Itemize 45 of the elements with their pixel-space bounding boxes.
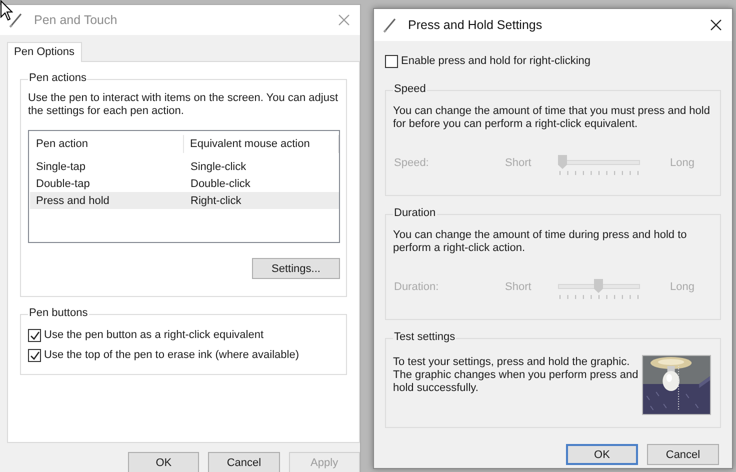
list-row-highlight[interactable]: Press and hold Right-click: [30, 192, 339, 209]
checkbox[interactable]: [385, 54, 398, 68]
checkbox[interactable]: [28, 348, 41, 362]
slider-min-label: Short: [505, 281, 532, 293]
dialog-button[interactable]: OK: [566, 444, 638, 465]
pen-icon: [382, 16, 398, 34]
slider-max-label: Long: [670, 157, 694, 169]
checkbox-label: Enable press and hold for right-clicking: [401, 55, 591, 67]
window-title: Press and Hold Settings: [408, 18, 544, 32]
description-text: To test your settings, press and hold the graphic. The graphic changes when you perform press and hold successfully.: [393, 356, 640, 395]
list-cell-text: Single-click: [190, 160, 248, 172]
group-title: Pen buttons: [28, 307, 89, 319]
slider[interactable]: [558, 281, 640, 299]
list-cell-text: Right-click: [190, 194, 242, 206]
tab[interactable]: Pen Options: [7, 42, 82, 62]
dialog-button[interactable]: OK: [128, 452, 200, 472]
slider-max-label: Long: [670, 281, 694, 293]
list-cell-text: Double-click: [190, 178, 252, 190]
slider-label: Duration:: [394, 281, 440, 293]
window-title: Pen and Touch: [34, 13, 118, 27]
column-header[interactable]: Pen action: [30, 135, 184, 153]
pen-icon: [8, 11, 24, 29]
group-title: Test settings: [393, 331, 456, 343]
close-icon[interactable]: [710, 19, 722, 31]
checkbox[interactable]: [28, 328, 41, 342]
dialog-button[interactable]: Cancel: [208, 452, 280, 472]
check-icon: [29, 350, 40, 360]
slider-min-label: Short: [505, 157, 532, 169]
group-title: Duration: [393, 207, 437, 219]
group-title: Pen actions: [28, 72, 88, 84]
list-cell-text: Single-tap: [35, 160, 87, 172]
description-text: You can change the amount of time that you must press and hold for before you can perform a right-click equivalent.: [393, 105, 711, 131]
checkbox-label: Use the pen button as a right-click equivalent: [44, 329, 264, 341]
checkbox-label: Use the top of the pen to erase ink (where available): [44, 349, 299, 361]
slider-label: Speed:: [394, 157, 430, 169]
list-cell-text: Double-tap: [35, 178, 91, 190]
description-text: Use the pen to interact with items on the screen. You can adjust the settings for each pen action.: [28, 92, 340, 118]
settings-button[interactable]: Settings...: [252, 258, 340, 279]
description-text: You can change the amount of time during press and hold to perform a right-click action.: [393, 229, 688, 255]
group-title: Speed: [393, 83, 427, 95]
check-icon: [29, 330, 40, 340]
slider[interactable]: [558, 157, 640, 175]
dialog-button[interactable]: Cancel: [647, 444, 719, 465]
list-cell-text: Press and hold: [35, 194, 110, 206]
column-header[interactable]: Equivalent mouse action: [184, 135, 339, 153]
